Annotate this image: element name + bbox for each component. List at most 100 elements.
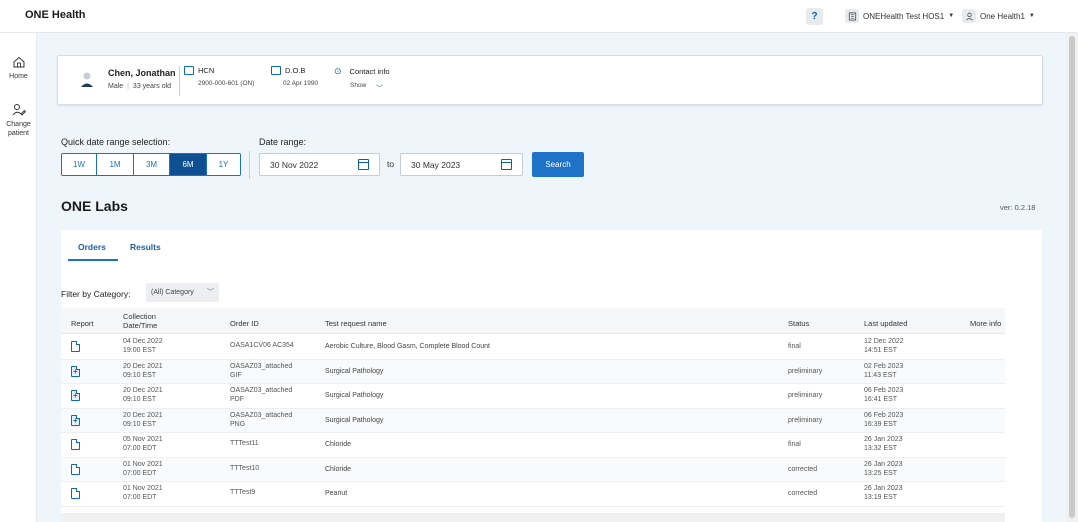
- attachment-report-icon[interactable]: [71, 414, 80, 426]
- col-test-name[interactable]: Test request name: [325, 319, 387, 328]
- status-value: corrected: [788, 490, 818, 497]
- end-date-input[interactable]: 30 May 2023: [400, 153, 523, 176]
- date-range-label: Date range:: [259, 137, 307, 147]
- table-row[interactable]: 05 Nov 2021 07:00 EDT TTTest11 Chloride fina…: [61, 433, 1005, 458]
- start-date-value: 30 Nov 2022: [270, 159, 319, 170]
- hcn-value: 2900-000-601 (ON): [198, 80, 255, 87]
- tab-orders[interactable]: Orders: [78, 242, 106, 252]
- collection-date: 05 Nov 2021: [123, 436, 163, 443]
- table-row[interactable]: 20 Dec 202109:10 EST OASAZ03_attachedPNG S…: [61, 408, 1005, 433]
- vertical-scrollbar[interactable]: [1066, 33, 1078, 522]
- collection-date: 20 Dec 2021: [123, 387, 163, 394]
- report-document-icon[interactable]: [71, 488, 80, 499]
- report-document-icon[interactable]: [71, 463, 80, 475]
- sidebar-item-label: Change patient: [6, 121, 31, 137]
- table-row[interactable]: 04 Dec 2022 19:00 EST OASA1CV06 AC354 Aerob…: [61, 335, 1005, 360]
- help-button[interactable]: ?: [806, 8, 823, 25]
- last-updated-time: 13:25 EST: [864, 469, 898, 477]
- test-request-name: Surgical Pathology: [325, 367, 384, 375]
- dob-label: D.O.B: [285, 66, 306, 75]
- patient-demographics: Male | 33 years old: [108, 83, 172, 90]
- calendar-icon[interactable]: [358, 159, 369, 170]
- order-id: OASAZ03_attached: [230, 362, 293, 370]
- start-date-input[interactable]: 30 Nov 2022: [259, 153, 380, 176]
- last-updated-date: 06 Feb 2023: [864, 411, 904, 419]
- test-request-name: Chloride: [325, 465, 352, 473]
- range-3m-button[interactable]: 3M: [134, 154, 170, 175]
- table-row[interactable]: 01 Nov 2021 07:00 EDT TTTest10 Chloride corr…: [61, 457, 1005, 482]
- contact-toggle[interactable]: Show ﹀: [350, 82, 390, 92]
- filter-label: Filter by Category:: [61, 289, 131, 299]
- order-id-suffix: PNG: [230, 420, 246, 428]
- order-id: OASAZ03_attached: [230, 387, 293, 394]
- collection-time: 09:10 EST: [123, 396, 157, 403]
- order-id-suffix: PDF: [230, 396, 244, 403]
- last-updated-time: 16:39 EST: [864, 420, 898, 428]
- last-updated-time: 11:43 EST: [864, 371, 897, 379]
- attachment-report-icon[interactable]: [71, 390, 80, 401]
- sidebar-item-change-patient[interactable]: Change patient: [0, 103, 37, 138]
- location-pin-icon: ⊙: [334, 66, 342, 76]
- hospital-icon: [845, 9, 859, 23]
- user-menu[interactable]: One Health1 ▼: [962, 9, 1035, 23]
- chevron-down-icon: ﹀: [376, 85, 383, 92]
- last-updated-time: 13:32 EST: [864, 445, 898, 452]
- category-filter-select[interactable]: (All) Category ﹀: [146, 283, 219, 302]
- collection-date: 20 Dec 2021: [123, 411, 163, 419]
- report-document-icon[interactable]: [71, 341, 80, 352]
- report-document-icon[interactable]: [71, 439, 80, 450]
- col-report[interactable]: Report: [71, 319, 94, 328]
- facility-name: ONEHealth Test HOS1: [863, 11, 945, 21]
- col-last-updated[interactable]: Last updated: [864, 319, 907, 328]
- horizontal-scrollbar[interactable]: [61, 513, 1005, 522]
- app-title[interactable]: ONE Health: [25, 9, 86, 21]
- facility-menu[interactable]: ONEHealth Test HOS1 ▼: [845, 9, 954, 23]
- range-1y-button[interactable]: 1Y: [207, 154, 240, 175]
- dob-field: D.O.B 02 Apr 1990: [271, 66, 318, 87]
- attachment-report-icon[interactable]: [71, 365, 80, 377]
- col-status[interactable]: Status: [788, 319, 809, 328]
- table-row[interactable]: 20 Dec 2021 09:10 EST OASAZ03_attached PDF S…: [61, 384, 1005, 409]
- last-updated-time: 14:51 EST: [864, 347, 898, 354]
- dob-value: 02 Apr 1990: [283, 80, 319, 87]
- sidebar-item-home[interactable]: Home: [0, 55, 37, 81]
- contact-show: Show: [350, 82, 367, 89]
- test-request-name: Surgical Pathology: [325, 392, 384, 399]
- table-row[interactable]: 01 Nov 2021 07:00 EDT TTTest9 Peanut correct…: [61, 482, 1005, 507]
- chevron-down-icon: ▼: [1028, 13, 1035, 19]
- end-date-value: 30 May 2023: [411, 159, 461, 170]
- range-1m-button[interactable]: 1M: [97, 154, 134, 175]
- col-collection[interactable]: Collection Date/Time: [123, 312, 173, 330]
- range-6m-button[interactable]: 6M: [170, 154, 207, 175]
- last-updated-date: 26 Jan 2023: [864, 485, 903, 492]
- sidebar-item-label: Home: [9, 73, 28, 80]
- sidebar: Home Change patient: [0, 33, 37, 522]
- hcn-field: HCN 2900-000-601 (ON): [184, 66, 254, 87]
- page-title: ONE Labs: [61, 198, 128, 214]
- search-button[interactable]: Search: [532, 152, 584, 177]
- last-updated-date: 26 Jan 2023: [864, 460, 903, 468]
- test-request-name: Chloride: [325, 441, 352, 448]
- order-id: TTTest10: [230, 464, 260, 472]
- test-request-name: Peanut: [325, 490, 348, 497]
- scroll-thumb[interactable]: [1069, 36, 1075, 518]
- chevron-down-icon: ▼: [948, 13, 955, 19]
- range-1w-button[interactable]: 1W: [62, 154, 97, 175]
- collection-time: 07:00 EDT: [123, 494, 157, 501]
- tab-results[interactable]: Results: [130, 242, 161, 252]
- collection-time: 19:00 EST: [123, 347, 157, 354]
- col-order-id[interactable]: Order ID: [230, 319, 259, 328]
- collection-date: 04 Dec 2022: [123, 338, 163, 345]
- last-updated-time: 16:41 EST: [864, 396, 898, 403]
- table-header: Report Collection Date/Time Order ID Tes…: [61, 308, 1005, 334]
- test-request-name: Aerobic Culture, Blood Gasm, Complete Bl…: [325, 343, 490, 350]
- status-value: preliminary: [788, 416, 823, 424]
- col-more-info[interactable]: More info: [970, 319, 1001, 328]
- user-icon: [962, 9, 976, 23]
- collection-date: 01 Nov 2021: [123, 485, 163, 492]
- calendar-icon[interactable]: [501, 159, 512, 170]
- status-value: final: [788, 343, 801, 350]
- patient-age: 33 years old: [132, 83, 172, 90]
- table-row[interactable]: 20 Dec 202109:10 EST OASAZ03_attachedGIF S…: [61, 359, 1005, 384]
- quick-range-label: Quick date range selection:: [61, 137, 171, 147]
